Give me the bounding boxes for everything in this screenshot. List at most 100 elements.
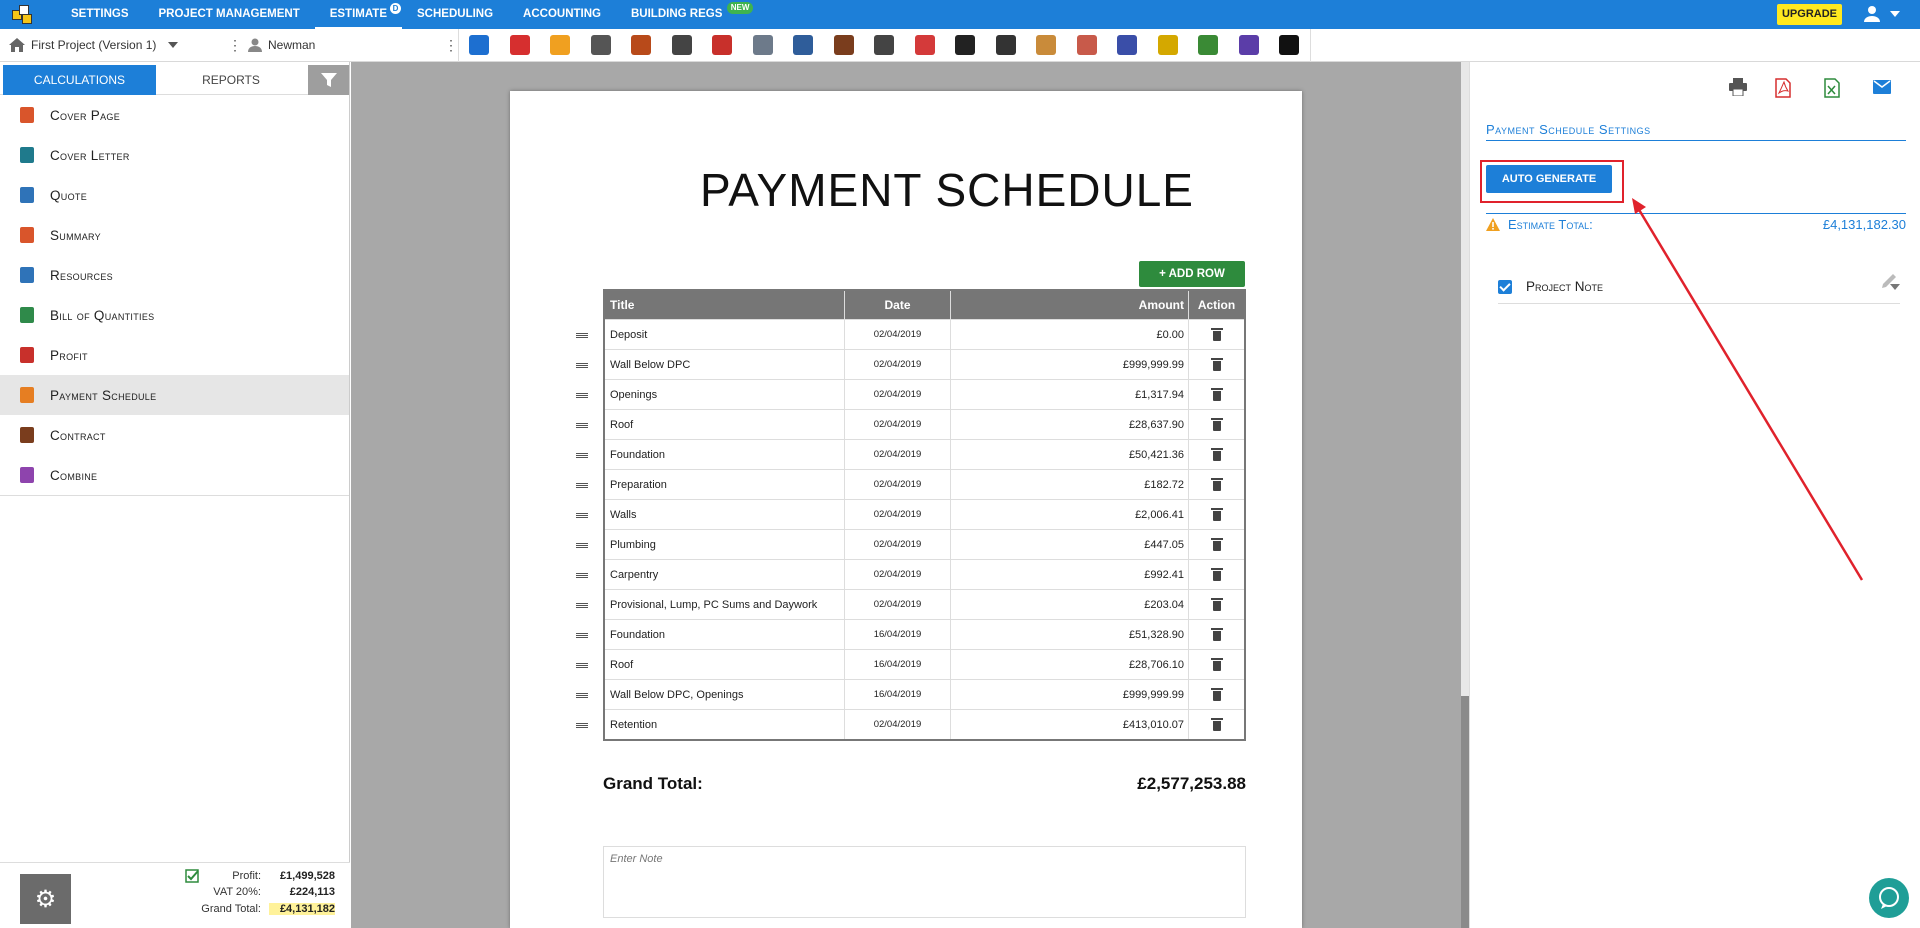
drag-handle-icon[interactable] xyxy=(576,393,588,398)
row-title[interactable]: Retention xyxy=(605,710,845,739)
upgrade-button[interactable]: UPGRADE xyxy=(1776,4,1842,25)
trash-icon[interactable] xyxy=(1210,688,1223,701)
drag-handle-icon[interactable] xyxy=(576,483,588,488)
row-date[interactable]: 02/04/2019 xyxy=(845,350,951,379)
trash-icon[interactable] xyxy=(1210,328,1223,341)
trash-icon[interactable] xyxy=(1210,568,1223,581)
drag-handle-icon[interactable] xyxy=(576,633,588,638)
sidebar-item-contract[interactable]: Contract xyxy=(0,415,349,455)
trash-icon[interactable] xyxy=(1210,448,1223,461)
row-amount[interactable]: £413,010.07 xyxy=(951,710,1189,739)
email-button[interactable] xyxy=(1873,80,1891,94)
row-title[interactable]: Walls xyxy=(605,500,845,529)
row-title[interactable]: Carpentry xyxy=(605,560,845,589)
trash-icon[interactable] xyxy=(1210,718,1223,731)
tool-button-11[interactable] xyxy=(864,29,905,62)
row-date[interactable]: 02/04/2019 xyxy=(845,560,951,589)
row-title[interactable]: Wall Below DPC xyxy=(605,350,845,379)
tool-button-1[interactable] xyxy=(459,29,500,62)
row-date[interactable]: 02/04/2019 xyxy=(845,500,951,529)
nav-accounting[interactable]: ACCOUNTING xyxy=(508,0,616,29)
tool-button-16[interactable] xyxy=(1067,29,1108,62)
tool-button-13[interactable] xyxy=(945,29,986,62)
row-title[interactable]: Foundation xyxy=(605,620,845,649)
user-menu[interactable] xyxy=(1863,5,1900,23)
row-amount[interactable]: £999,999.99 xyxy=(951,350,1189,379)
edit-note-button[interactable] xyxy=(1880,272,1898,295)
nav-project-management[interactable]: PROJECT MANAGEMENT xyxy=(144,0,315,29)
nav-settings[interactable]: SETTINGS xyxy=(56,0,144,29)
drag-handle-icon[interactable] xyxy=(576,573,588,578)
trash-icon[interactable] xyxy=(1210,538,1223,551)
nav-scheduling[interactable]: SCHEDULING xyxy=(402,0,508,29)
sidebar-item-cover-page[interactable]: Cover Page xyxy=(0,95,349,135)
sidebar-item-combine[interactable]: Combine xyxy=(0,455,349,495)
client-more-icon[interactable]: ⋮ xyxy=(444,38,458,52)
trash-icon[interactable] xyxy=(1210,358,1223,371)
tool-button-21[interactable] xyxy=(1269,29,1310,62)
tool-button-2[interactable] xyxy=(500,29,541,62)
row-date[interactable]: 16/04/2019 xyxy=(845,620,951,649)
tool-button-3[interactable] xyxy=(540,29,581,62)
sidebar-item-profit[interactable]: Profit xyxy=(0,335,349,375)
sidebar-item-resources[interactable]: Resources xyxy=(0,255,349,295)
tool-button-7[interactable] xyxy=(702,29,743,62)
sidebar-item-cover-letter[interactable]: Cover Letter xyxy=(0,135,349,175)
row-title[interactable]: Roof xyxy=(605,410,845,439)
project-more-icon[interactable]: ⋮ xyxy=(228,38,242,52)
trash-icon[interactable] xyxy=(1210,478,1223,491)
sidebar-item-quote[interactable]: Quote xyxy=(0,175,349,215)
project-note-checkbox[interactable] xyxy=(1498,279,1512,294)
drag-handle-icon[interactable] xyxy=(576,333,588,338)
row-title[interactable]: Preparation xyxy=(605,470,845,499)
nav-building-regs[interactable]: BUILDING REGS NEW xyxy=(616,0,754,29)
row-title[interactable]: Provisional, Lump, PC Sums and Daywork xyxy=(605,590,845,619)
drag-handle-icon[interactable] xyxy=(576,423,588,428)
app-logo-icon[interactable] xyxy=(12,4,34,25)
drag-handle-icon[interactable] xyxy=(576,453,588,458)
sidebar-item-bill-of-quantities[interactable]: Bill of Quantities xyxy=(0,295,349,335)
row-date[interactable]: 02/04/2019 xyxy=(845,410,951,439)
row-amount[interactable]: £0.00 xyxy=(951,320,1189,349)
row-amount[interactable]: £51,328.90 xyxy=(951,620,1189,649)
drag-handle-icon[interactable] xyxy=(576,723,588,728)
tool-button-4[interactable] xyxy=(581,29,622,62)
row-date[interactable]: 02/04/2019 xyxy=(845,380,951,409)
row-date[interactable]: 02/04/2019 xyxy=(845,590,951,619)
row-title[interactable]: Plumbing xyxy=(605,530,845,559)
client-selector[interactable]: Newman xyxy=(238,38,444,52)
filter-button[interactable] xyxy=(308,65,349,95)
trash-icon[interactable] xyxy=(1210,508,1223,521)
trash-icon[interactable] xyxy=(1210,628,1223,641)
trash-icon[interactable] xyxy=(1210,388,1223,401)
print-button[interactable] xyxy=(1728,78,1748,96)
project-selector[interactable]: First Project (Version 1) xyxy=(0,38,228,52)
row-amount[interactable]: £50,421.36 xyxy=(951,440,1189,469)
tool-button-20[interactable] xyxy=(1229,29,1270,62)
row-amount[interactable]: £992.41 xyxy=(951,560,1189,589)
tool-button-18[interactable] xyxy=(1148,29,1189,62)
tool-button-10[interactable] xyxy=(824,29,865,62)
row-amount[interactable]: £28,637.90 xyxy=(951,410,1189,439)
row-title[interactable]: Deposit xyxy=(605,320,845,349)
nav-estimate[interactable]: ESTIMATE D xyxy=(314,0,403,29)
sidebar-item-payment-schedule[interactable]: Payment Schedule xyxy=(0,375,349,415)
tool-button-12[interactable] xyxy=(905,29,946,62)
row-amount[interactable]: £1,317.94 xyxy=(951,380,1189,409)
tool-button-6[interactable] xyxy=(662,29,703,62)
tool-button-15[interactable] xyxy=(1026,29,1067,62)
export-pdf-button[interactable] xyxy=(1775,78,1791,98)
add-row-button[interactable]: + ADD ROW xyxy=(1139,261,1245,287)
drag-handle-icon[interactable] xyxy=(576,363,588,368)
viewer-scrollbar[interactable] xyxy=(1461,62,1469,928)
tool-button-8[interactable] xyxy=(743,29,784,62)
drag-handle-icon[interactable] xyxy=(576,693,588,698)
row-date[interactable]: 02/04/2019 xyxy=(845,320,951,349)
trash-icon[interactable] xyxy=(1210,598,1223,611)
trash-icon[interactable] xyxy=(1210,658,1223,671)
chat-button[interactable] xyxy=(1869,878,1909,918)
drag-handle-icon[interactable] xyxy=(576,603,588,608)
tool-button-9[interactable] xyxy=(783,29,824,62)
trash-icon[interactable] xyxy=(1210,418,1223,431)
row-amount[interactable]: £182.72 xyxy=(951,470,1189,499)
